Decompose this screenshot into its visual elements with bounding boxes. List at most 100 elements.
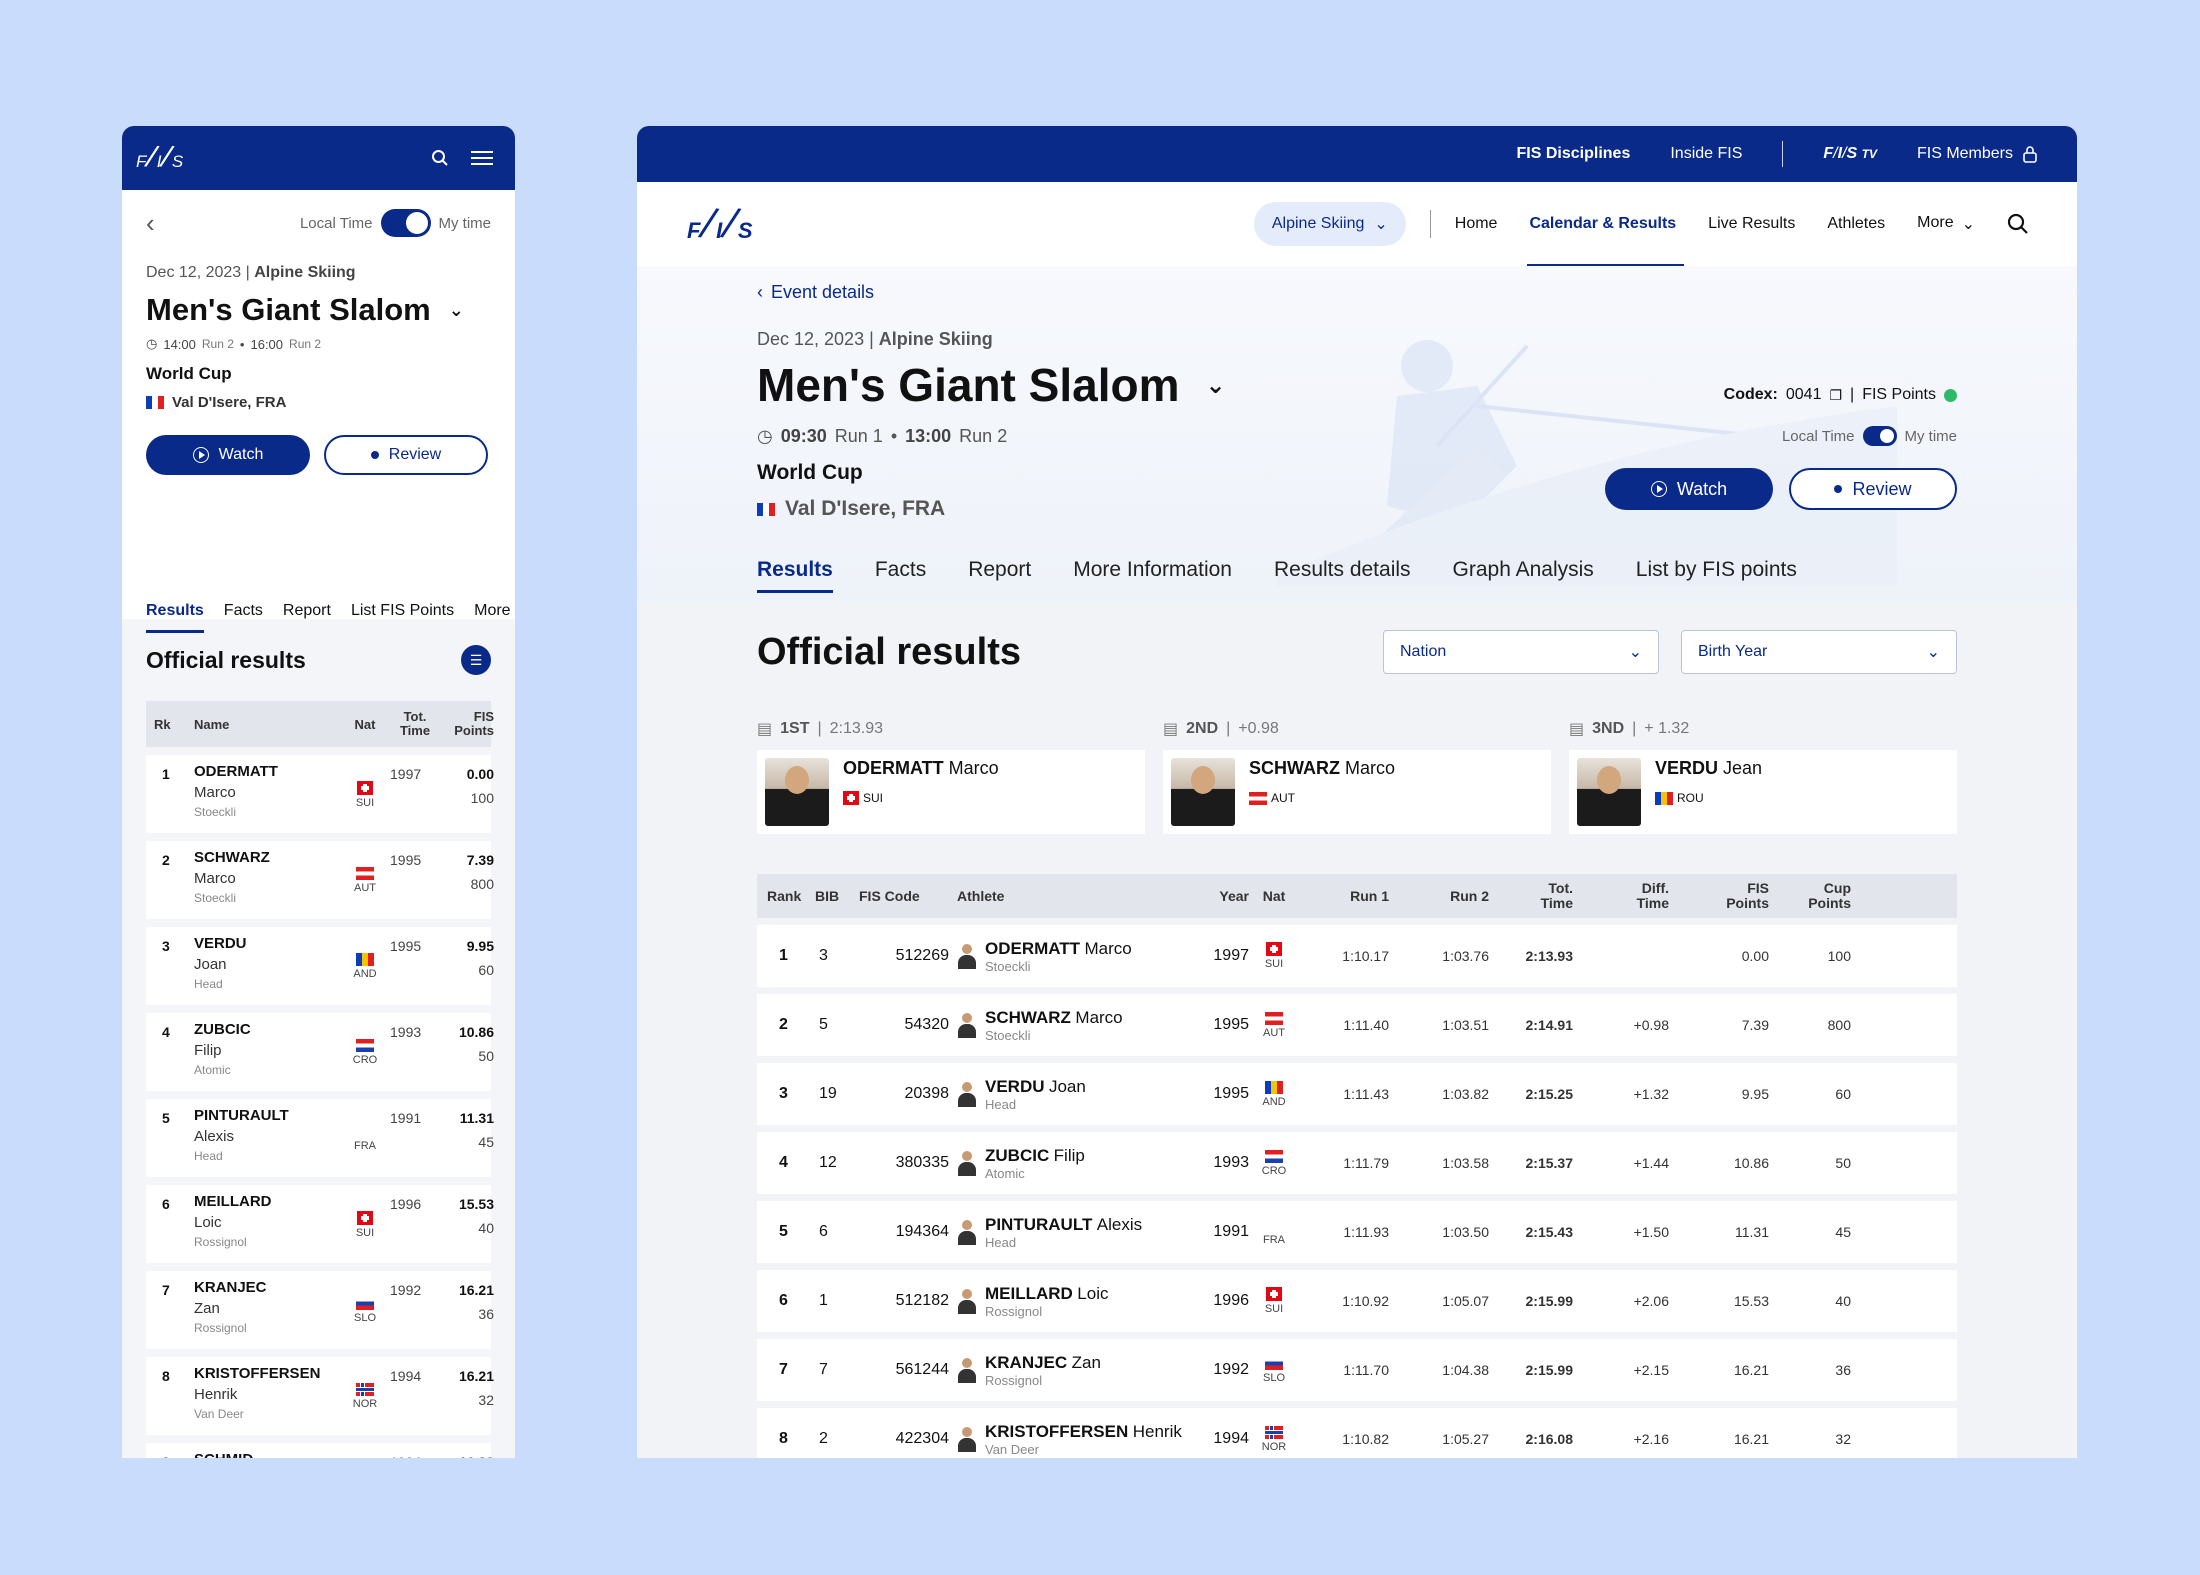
row-athlete[interactable]: PINTURAULT Alexis Head: [949, 1215, 1199, 1250]
birth-year-filter-label: Birth Year: [1698, 643, 1768, 660]
header-run2: Run 2: [1450, 888, 1489, 904]
row-rank: 8: [162, 1368, 170, 1384]
podium-athlete[interactable]: ODERMATT Marco SUI: [757, 750, 1145, 834]
row-athlete[interactable]: KRISTOFFERSEN Henrik Van Deer: [194, 1365, 340, 1435]
chevron-down-icon[interactable]: ⌄: [449, 300, 464, 321]
watch-button[interactable]: Watch: [146, 435, 310, 475]
tab-facts[interactable]: Facts: [875, 558, 926, 593]
podium-athlete[interactable]: SCHWARZ Marco AUT: [1163, 750, 1551, 834]
row-athlete[interactable]: VERDU Joan Head: [194, 935, 340, 1005]
menu-icon[interactable]: [471, 150, 493, 166]
table-row[interactable]: 5 PINTURAULT Alexis Head FRA 1991 11.31 45: [146, 1099, 494, 1177]
table-row[interactable]: 8 KRISTOFFERSEN Henrik Van Deer NOR 1994 1…: [146, 1357, 494, 1435]
table-row[interactable]: 7 KRANJEC Zan Rossignol SLO 1992 16.21 36: [146, 1271, 494, 1349]
time-toggle[interactable]: [1862, 426, 1897, 446]
row-athlete[interactable]: MEILLARD Loic Rossignol: [194, 1193, 340, 1263]
row-athlete[interactable]: ODERMATT Marco Stoeckli: [949, 939, 1199, 974]
birth-year-filter-select[interactable]: Birth Year ⌄: [1681, 630, 1957, 674]
row-run2: 1:03.82: [1442, 1086, 1489, 1102]
table-row[interactable]: 1 3 512269 ODERMATT Marco Stoeckli 1997 S…: [757, 925, 1957, 987]
row-nation-code: SUI: [1264, 1303, 1284, 1315]
tab-report[interactable]: Report: [968, 558, 1031, 593]
table-row[interactable]: 5 6 194364 PINTURAULT Alexis Head 1991 FR…: [757, 1201, 1957, 1263]
row-athlete[interactable]: SCHWARZ Marco Stoeckli: [194, 849, 340, 919]
back-chevron-icon[interactable]: ‹: [146, 210, 155, 236]
nav-live-results[interactable]: Live Results: [1708, 215, 1795, 233]
tab-list-fis-points[interactable]: List FIS Points: [351, 602, 454, 633]
row-cup-points: 40: [478, 1220, 494, 1236]
event-details-link[interactable]: ‹ Event details: [757, 266, 2077, 303]
header-tot-time: Tot. Time: [1489, 881, 1573, 911]
table-row[interactable]: 6 1 512182 MEILLARD Loic Rossignol 1996 S…: [757, 1270, 1957, 1332]
tab-more[interactable]: More: [474, 602, 510, 633]
tab-graph-analysis[interactable]: Graph Analysis: [1453, 558, 1594, 593]
row-athlete[interactable]: KRISTOFFERSEN Henrik Van Deer: [949, 1422, 1199, 1457]
event-title[interactable]: Men's Giant Slalom ⌄: [146, 292, 491, 328]
row-athlete[interactable]: MEILLARD Loic Rossignol: [949, 1284, 1199, 1319]
fis-logo[interactable]: F/I/S: [687, 199, 755, 248]
search-icon[interactable]: [2007, 213, 2029, 235]
table-row[interactable]: 2 SCHWARZ Marco Stoeckli AUT 1995 7.39 800: [146, 841, 494, 919]
row-athlete[interactable]: KRANJEC Zan Rossignol: [949, 1353, 1199, 1388]
nation-filter-select[interactable]: Nation ⌄: [1383, 630, 1659, 674]
athlete-avatar: [957, 1219, 977, 1245]
fis-tv-logo[interactable]: F/I/S TV: [1823, 145, 1877, 163]
cro-flag-icon: [356, 1039, 374, 1052]
row-athlete[interactable]: SCHMIDAlexanderHead: [194, 1451, 340, 1458]
tab-facts[interactable]: Facts: [224, 602, 263, 633]
tab-results[interactable]: Results: [757, 558, 833, 593]
fis-logo[interactable]: F/I/S: [136, 141, 184, 175]
inside-fis-link[interactable]: Inside FIS: [1670, 145, 1742, 163]
tab-results-details[interactable]: Results details: [1274, 558, 1411, 593]
row-athlete[interactable]: SCHWARZ Marco Stoeckli: [949, 1008, 1199, 1043]
tab-more-information[interactable]: More Information: [1073, 558, 1232, 593]
nav-more[interactable]: More ⌄: [1917, 214, 1975, 234]
watch-button[interactable]: Watch: [1605, 468, 1773, 510]
sui-flag-icon: [1266, 942, 1282, 956]
podium-athlete[interactable]: VERDU Jean ROU: [1569, 750, 1957, 834]
row-athlete[interactable]: PINTURAULT Alexis Head: [194, 1107, 340, 1177]
discipline-selector[interactable]: Alpine Skiing ⌄: [1253, 202, 1406, 246]
table-row[interactable]: 2 5 54320 SCHWARZ Marco Stoeckli 1995 AUT…: [757, 994, 1957, 1056]
row-bib: 6: [819, 1223, 828, 1240]
table-row[interactable]: 3 VERDU Joan Head AND 1995 9.95 60: [146, 927, 494, 1005]
location-text: Val D'Isere, FRA: [172, 394, 287, 411]
chevron-down-icon[interactable]: ⌄: [1205, 371, 1225, 400]
header-tot-time-label: Time: [1540, 895, 1573, 911]
row-fis-points: 11.31: [1735, 1224, 1769, 1240]
review-button[interactable]: Review: [1789, 468, 1957, 510]
row-nation-code: AUT: [354, 882, 376, 894]
table-row[interactable]: 1 ODERMATT Marco Stoeckli SUI 1997 0.00 100: [146, 755, 494, 833]
nav-athletes[interactable]: Athletes: [1827, 215, 1885, 233]
row-athlete[interactable]: ZUBCIC Filip Atomic: [949, 1146, 1199, 1181]
time-toggle[interactable]: [380, 209, 431, 237]
table-row[interactable]: 9 SCHMIDAlexanderHead GER 1994 16.2929: [146, 1443, 494, 1458]
row-last-name: MEILLARD: [194, 1193, 272, 1210]
table-row[interactable]: 4 ZUBCIC Filip Atomic CRO 1993 10.86 50: [146, 1013, 494, 1091]
desktop-tabs: Results Facts Report More Information Re…: [757, 558, 1797, 593]
filter-sliders-icon[interactable]: ☰: [461, 645, 491, 675]
row-athlete[interactable]: KRANJEC Zan Rossignol: [194, 1279, 340, 1349]
tab-list-by-fis-points[interactable]: List by FIS points: [1636, 558, 1797, 593]
table-row[interactable]: 4 12 380335 ZUBCIC Filip Atomic 1993 CRO …: [757, 1132, 1957, 1194]
table-row[interactable]: 8 2 422304 KRISTOFFERSEN Henrik Van Deer …: [757, 1408, 1957, 1458]
fis-disciplines-link[interactable]: FIS Disciplines: [1517, 145, 1631, 163]
table-row[interactable]: 7 7 561244 KRANJEC Zan Rossignol 1992 SLO…: [757, 1339, 1957, 1401]
nav-home[interactable]: Home: [1455, 215, 1498, 233]
copy-icon[interactable]: ❐: [1829, 387, 1842, 404]
event-details-label: Event details: [771, 282, 875, 302]
row-athlete[interactable]: ZUBCIC Filip Atomic: [194, 1021, 340, 1091]
table-row[interactable]: 3 19 20398 VERDU Joan Head 1995 AND 1:11.…: [757, 1063, 1957, 1125]
row-athlete[interactable]: ODERMATT Marco Stoeckli: [194, 763, 340, 833]
tab-results[interactable]: Results: [146, 602, 204, 633]
row-nation: SUI: [1249, 942, 1299, 970]
table-row[interactable]: 6 MEILLARD Loic Rossignol SUI 1996 15.53 40: [146, 1185, 494, 1263]
row-brand: Rossignol: [985, 1303, 1043, 1319]
event-title-text: Men's Giant Slalom: [757, 359, 1180, 411]
fis-members-link[interactable]: FIS Members: [1917, 145, 2037, 163]
row-athlete[interactable]: VERDU Joan Head: [949, 1077, 1199, 1112]
review-button[interactable]: Review: [324, 435, 488, 475]
tab-report[interactable]: Report: [283, 602, 331, 633]
nav-calendar-results[interactable]: Calendar & Results: [1527, 215, 1684, 267]
search-icon[interactable]: [431, 149, 449, 167]
